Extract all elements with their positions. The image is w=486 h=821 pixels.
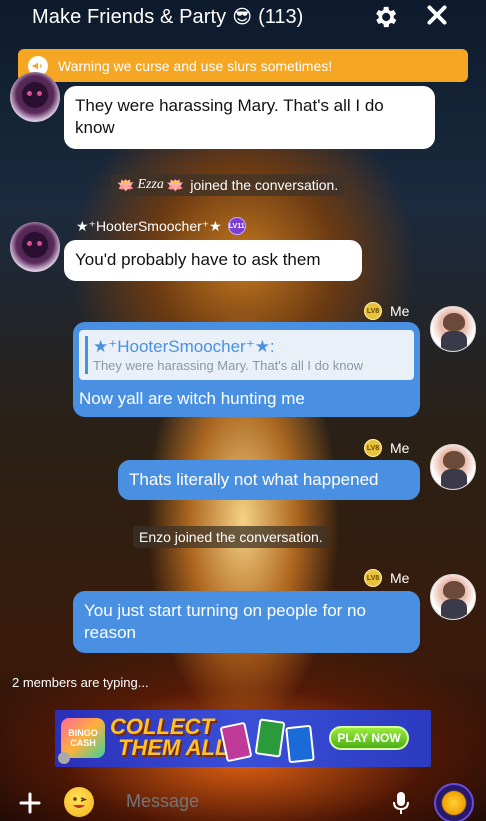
emoji-icon[interactable] [64,787,94,817]
warning-text: Warning we curse and use slurs sometimes… [58,57,333,74]
message-input[interactable] [126,791,358,812]
message-bubble[interactable]: You'd probably have to ask them [64,240,362,281]
typing-indicator: 2 members are typing... [12,675,149,690]
chat-header: Make Friends & Party 😎 (113) [0,0,486,34]
level-badge: LV8 [364,439,382,457]
reply-quote[interactable]: ★⁺HooterSmoocher⁺★: They were harassing … [79,330,414,380]
ad-info-icon[interactable] [58,752,70,764]
sender-tag: LV8 Me [364,569,409,587]
avatar[interactable] [10,72,60,122]
system-message: Enzo joined the conversation. [133,526,329,548]
message-bubble[interactable]: You just start turning on people for no … [73,591,420,653]
avatar[interactable] [430,306,476,352]
warning-banner[interactable]: Warning we curse and use slurs sometimes… [18,49,468,82]
avatar[interactable] [430,444,476,490]
close-icon[interactable] [424,2,450,28]
quote-text: They were harassing Mary. That's all I d… [93,358,364,373]
ad-headline: COLLECT THEM ALL [110,714,229,760]
microphone-icon[interactable] [392,791,410,815]
system-message: 🪷 Ezza 🪷 joined the conversation. [111,174,345,196]
member-count[interactable]: (113) [258,6,303,29]
play-now-button[interactable]: PLAY NOW [329,726,409,750]
message-input-bar [0,783,486,821]
avatar[interactable] [430,574,476,620]
gear-icon[interactable] [371,3,399,31]
sender-tag: LV8 Me [364,302,409,320]
message-text: Now yall are witch hunting me [79,389,305,408]
ad-banner[interactable]: BINGO CASH COLLECT THEM ALL PLAY NOW [55,710,431,767]
member-name[interactable]: Ezza [137,177,163,193]
plus-icon[interactable] [18,791,42,815]
coin-icon[interactable] [434,783,474,821]
ad-cards-image [215,718,315,764]
message-bubble[interactable]: Thats literally not what happened [118,460,420,500]
ad-logo: BINGO CASH [61,718,105,758]
avatar[interactable] [10,222,60,272]
level-badge: LV8 [364,302,382,320]
message-bubble[interactable]: ★⁺HooterSmoocher⁺★: They were harassing … [73,322,420,417]
level-badge: LV8 [364,569,382,587]
sender-name[interactable]: ★⁺HooterSmoocher⁺★ LV11 [76,217,246,235]
sender-tag: LV8 Me [364,439,409,457]
quote-author: ★⁺HooterSmoocher⁺★: [93,337,275,356]
sunglasses-emoji: 😎 [232,6,253,28]
chat-title[interactable]: Make Friends & Party [32,6,226,29]
level-badge: LV11 [227,217,246,235]
message-bubble[interactable]: They were harassing Mary. That's all I d… [64,86,435,149]
